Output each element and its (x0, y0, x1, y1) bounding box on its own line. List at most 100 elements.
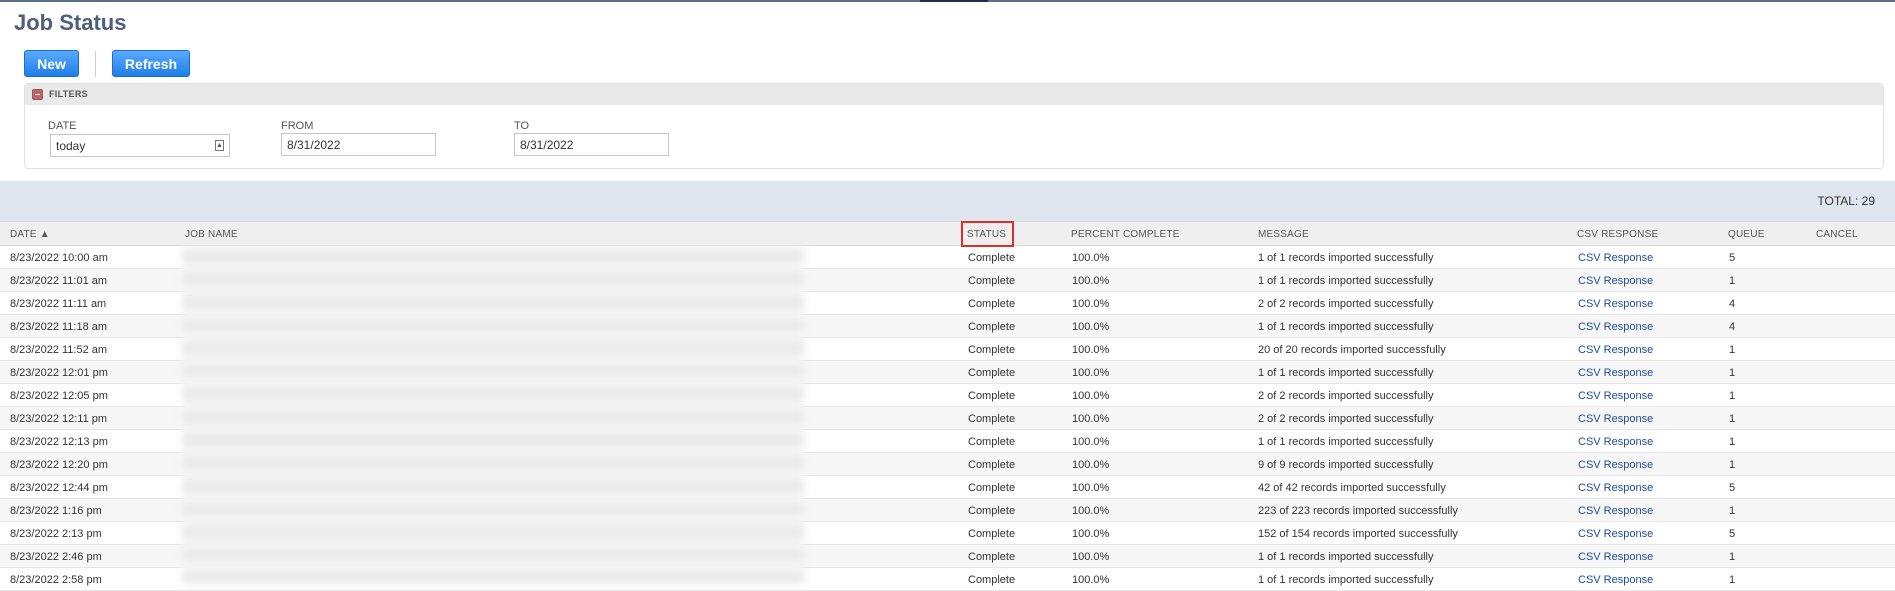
cell-message: 2 of 2 records imported successfully (1258, 390, 1434, 402)
table-header: DATE ▲ JOB NAME STATUS PERCENT COMPLETE … (0, 221, 1895, 246)
cell-date: 8/23/2022 11:01 am (10, 275, 108, 287)
column-cancel[interactable]: CANCEL (1816, 229, 1858, 240)
csv-response-link[interactable]: CSV Response (1578, 551, 1653, 563)
cell-date: 8/23/2022 11:11 am (10, 298, 107, 310)
date-filter-select[interactable]: today ▲ (50, 134, 230, 157)
cell-date: 8/23/2022 2:46 pm (10, 551, 102, 563)
cell-status: Complete (968, 574, 1016, 586)
date-filter-label: DATE (48, 120, 77, 132)
cell-status: Complete (968, 275, 1016, 287)
csv-response-link[interactable]: CSV Response (1578, 367, 1653, 379)
cell-queue: 1 (1729, 344, 1736, 356)
csv-response-link[interactable]: CSV Response (1578, 413, 1653, 425)
results-summary-bar: TOTAL: 29 (0, 181, 1895, 221)
cell-message: 152 of 154 records imported successfully (1258, 528, 1458, 540)
csv-response-link[interactable]: CSV Response (1578, 298, 1653, 310)
to-filter-label: TO (514, 120, 530, 132)
cell-status: Complete (968, 252, 1016, 264)
csv-response-link[interactable]: CSV Response (1578, 574, 1653, 586)
page-title: Job Status (14, 10, 127, 35)
csv-response-link[interactable]: CSV Response (1578, 390, 1653, 402)
refresh-button[interactable]: Refresh (112, 50, 190, 77)
cell-date: 8/23/2022 12:01 pm (10, 367, 108, 379)
cell-date: 8/23/2022 2:13 pm (10, 528, 102, 540)
cell-message: 223 of 223 records imported successfully (1258, 505, 1458, 517)
cell-status: Complete (968, 482, 1016, 494)
csv-response-link[interactable]: CSV Response (1578, 436, 1653, 448)
cell-percent-complete: 100.0% (1072, 344, 1110, 356)
cell-message: 1 of 1 records imported successfully (1258, 551, 1434, 563)
csv-response-link[interactable]: CSV Response (1578, 459, 1653, 471)
cell-message: 9 of 9 records imported successfully (1258, 459, 1434, 471)
cell-status: Complete (968, 367, 1016, 379)
to-date-input[interactable]: 8/31/2022 (514, 133, 669, 156)
cell-message: 1 of 1 records imported successfully (1258, 436, 1434, 448)
csv-response-link[interactable]: CSV Response (1578, 482, 1653, 494)
collapse-minus-icon[interactable] (32, 89, 43, 100)
filters-title: FILTERS (49, 89, 88, 99)
cell-percent-complete: 100.0% (1072, 505, 1110, 517)
column-message[interactable]: MESSAGE (1258, 229, 1309, 240)
filters-header[interactable]: FILTERS (25, 84, 1883, 105)
csv-response-link[interactable]: CSV Response (1578, 252, 1653, 264)
cell-date: 8/23/2022 12:44 pm (10, 482, 108, 494)
column-percent-complete[interactable]: PERCENT COMPLETE (1071, 229, 1180, 240)
dropdown-caret-icon[interactable]: ▲ (215, 140, 224, 151)
cell-queue: 5 (1729, 252, 1736, 264)
cell-percent-complete: 100.0% (1072, 367, 1110, 379)
csv-response-link[interactable]: CSV Response (1578, 321, 1653, 333)
cell-percent-complete: 100.0% (1072, 436, 1110, 448)
cell-percent-complete: 100.0% (1072, 390, 1110, 402)
cell-queue: 1 (1729, 367, 1736, 379)
cell-date: 8/23/2022 2:58 pm (10, 574, 102, 586)
cell-percent-complete: 100.0% (1072, 528, 1110, 540)
csv-response-link[interactable]: CSV Response (1578, 275, 1653, 287)
cell-queue: 1 (1729, 275, 1736, 287)
cell-percent-complete: 100.0% (1072, 252, 1110, 264)
new-button[interactable]: New (24, 50, 79, 77)
csv-response-link[interactable]: CSV Response (1578, 344, 1653, 356)
cell-message: 20 of 20 records imported successfully (1258, 344, 1446, 356)
from-filter-label: FROM (281, 120, 314, 132)
cell-date: 8/23/2022 12:11 pm (10, 413, 108, 425)
column-queue[interactable]: QUEUE (1728, 229, 1765, 240)
status-column-highlight (961, 221, 1014, 247)
cell-date: 8/23/2022 12:20 pm (10, 459, 108, 471)
cell-status: Complete (968, 505, 1016, 517)
cell-message: 2 of 2 records imported successfully (1258, 298, 1434, 310)
cell-status: Complete (968, 298, 1016, 310)
cell-percent-complete: 100.0% (1072, 551, 1110, 563)
toolbar-divider (95, 51, 96, 77)
column-date[interactable]: DATE ▲ (10, 229, 50, 240)
csv-response-link[interactable]: CSV Response (1578, 528, 1653, 540)
cell-status: Complete (968, 321, 1016, 333)
cell-percent-complete: 100.0% (1072, 321, 1110, 333)
cell-queue: 5 (1729, 528, 1736, 540)
cell-date: 8/23/2022 10:00 am (10, 252, 108, 264)
cell-status: Complete (968, 344, 1016, 356)
cell-percent-complete: 100.0% (1072, 275, 1110, 287)
filters-panel: FILTERS DATE today ▲ FROM 8/31/2022 TO 8… (24, 83, 1884, 169)
redacted-job-names (182, 246, 804, 584)
cell-queue: 1 (1729, 574, 1736, 586)
date-filter-value: today (56, 139, 86, 153)
from-date-input[interactable]: 8/31/2022 (281, 133, 436, 156)
cell-message: 42 of 42 records imported successfully (1258, 482, 1446, 494)
cell-date: 8/23/2022 11:18 am (10, 321, 108, 333)
cell-message: 1 of 1 records imported successfully (1258, 321, 1434, 333)
cell-percent-complete: 100.0% (1072, 482, 1110, 494)
cell-percent-complete: 100.0% (1072, 574, 1110, 586)
cell-date: 8/23/2022 1:16 pm (10, 505, 102, 517)
total-count: TOTAL: 29 (1817, 194, 1875, 208)
cell-message: 2 of 2 records imported successfully (1258, 413, 1434, 425)
cell-message: 1 of 1 records imported successfully (1258, 367, 1434, 379)
csv-response-link[interactable]: CSV Response (1578, 505, 1653, 517)
column-csv-response[interactable]: CSV RESPONSE (1577, 229, 1658, 240)
top-border-accent (920, 0, 988, 2)
cell-queue: 1 (1729, 551, 1736, 563)
column-job-name[interactable]: JOB NAME (185, 229, 238, 240)
cell-queue: 1 (1729, 459, 1736, 471)
cell-percent-complete: 100.0% (1072, 298, 1110, 310)
cell-queue: 1 (1729, 505, 1736, 517)
cell-message: 1 of 1 records imported successfully (1258, 275, 1434, 287)
